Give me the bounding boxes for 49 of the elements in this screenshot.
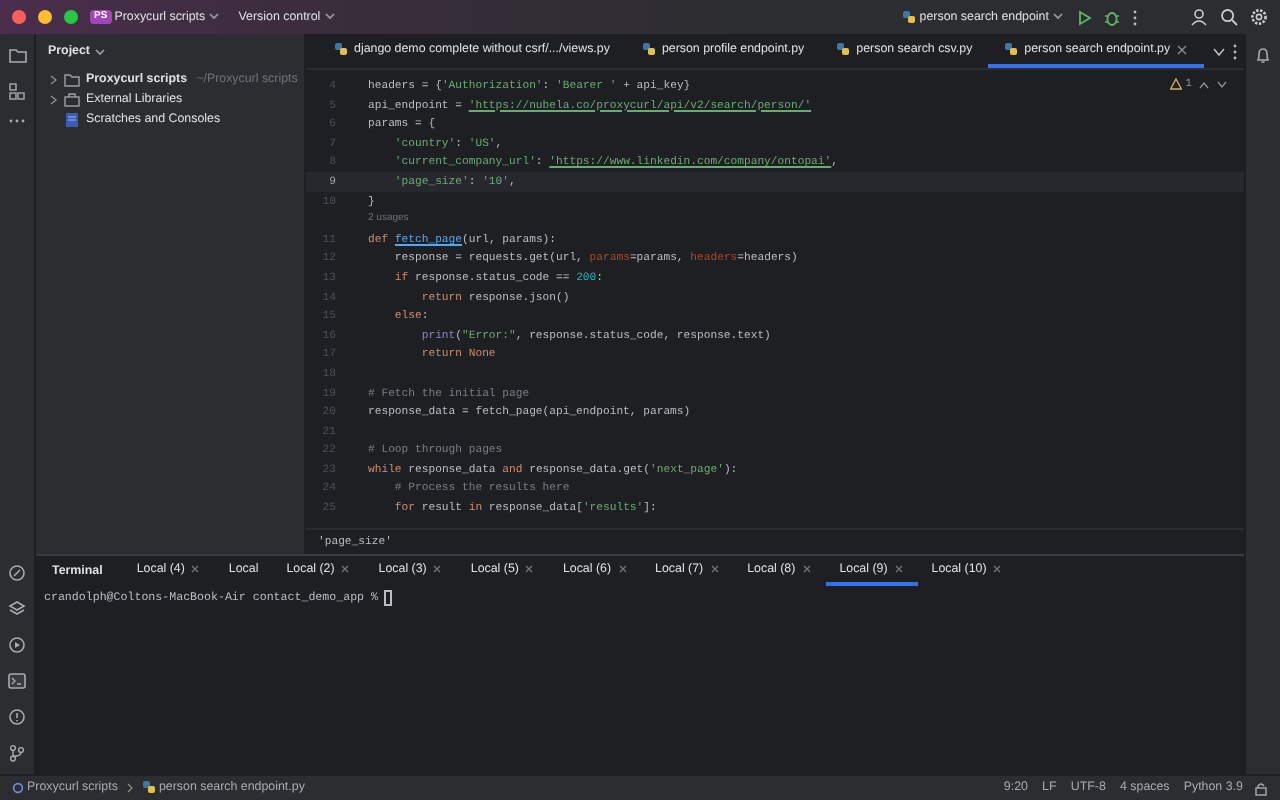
lock-icon[interactable] [1254,781,1268,795]
search-icon[interactable] [1220,8,1238,26]
terminal-icon[interactable] [8,672,26,690]
plugin-icon[interactable] [8,564,26,582]
close-icon[interactable] [432,564,443,574]
python-icon [641,42,656,56]
caret-icon [1052,10,1064,23]
python-icon [1004,42,1019,56]
minimize-button[interactable] [38,10,52,24]
caret-icon [93,45,106,58]
close-icon[interactable] [1176,43,1189,55]
caret-icon [208,10,221,23]
folder-icon [64,72,80,88]
more-icon[interactable] [1231,43,1238,59]
close-icon[interactable] [524,564,535,574]
close-icon[interactable] [190,564,201,574]
run-icon[interactable] [8,636,26,654]
chevron-right-icon [125,782,134,794]
bug-icon[interactable] [1104,9,1120,25]
layers-icon[interactable] [8,600,26,618]
warning-icon [1170,78,1183,91]
settings-icon[interactable] [1250,8,1268,26]
close-button[interactable] [12,10,26,24]
scratch-file-icon [64,112,80,128]
close-icon[interactable] [709,564,720,574]
library-icon [64,92,80,108]
structure-icon[interactable] [8,82,26,100]
bell-icon[interactable] [1254,46,1272,64]
module-icon [12,781,24,794]
close-icon[interactable] [992,564,1003,574]
problems-icon[interactable] [8,708,26,726]
caret-icon [323,10,336,23]
close-icon[interactable] [893,564,904,574]
user-icon[interactable] [1190,8,1208,26]
folder-icon[interactable] [7,46,27,64]
python-icon [902,9,917,24]
python-icon [334,42,348,56]
python-icon [141,780,156,795]
chevron-down-icon[interactable] [1211,45,1226,57]
more-icon[interactable] [1132,9,1138,25]
python-icon [836,42,851,56]
run-icon[interactable] [1076,9,1092,25]
more-icon[interactable] [8,118,26,124]
git-branch-icon[interactable] [8,744,26,762]
maximize-button[interactable] [64,10,78,24]
cursor [384,590,393,607]
close-icon[interactable] [340,564,351,574]
close-icon[interactable] [617,564,628,574]
close-icon[interactable] [801,564,812,574]
